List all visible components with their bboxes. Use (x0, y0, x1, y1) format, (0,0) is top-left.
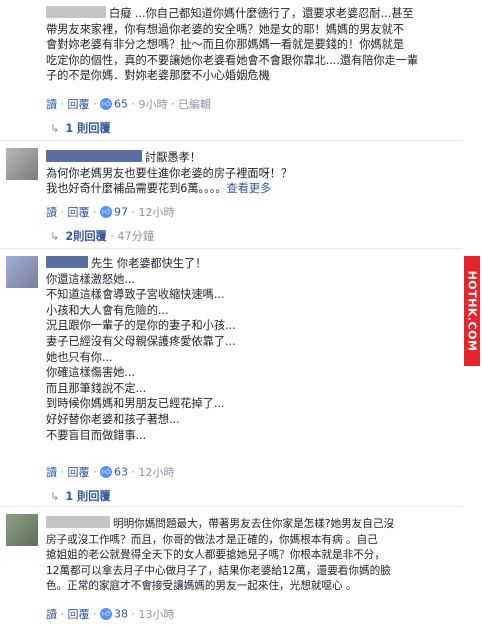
reply-link[interactable]: 回覆 (68, 466, 90, 479)
reply-arrow-icon: ↳ (50, 490, 60, 503)
divider (0, 248, 462, 249)
comment-body: 白癡 ...你自己都知道你媽什麼德行了，還要求老婆忍耐...甚至 帶男友來家裡，… (46, 6, 458, 84)
comment-line: 你確這樣傷害她... (46, 366, 135, 380)
comment-body: 先生 你老婆都快生了！ 你還這樣激怒她... 不知道這樣會導致子宮收縮快速嗎..… (46, 256, 458, 443)
like-link[interactable]: 讀 (46, 206, 57, 219)
comment-line: 不要盲目而做錯事... (46, 428, 147, 442)
comment-line: 況且跟你一輩子的是你的妻子和小孩... (46, 319, 236, 333)
comment-actions: 讀 · 回覆 · 👍︎ 38 · 13小時 (46, 607, 175, 622)
comment-line: 明明你媽問題最大，帶著男友去住你家是怎樣?她男友自己沒 (46, 516, 458, 533)
thumbs-up-icon: 👍︎ (100, 466, 112, 478)
comment-actions: 讀 · 回覆 · 👍︎ 65 · 9小時 · 已編輯 (46, 97, 211, 112)
comment-line: 到時候你媽媽和男朋友已經花掉了... (46, 397, 225, 411)
reply-link[interactable]: 回覆 (68, 206, 90, 219)
comment-line: 好好替你老婆和孩子著想... (46, 412, 180, 426)
commenter-name[interactable] (46, 256, 88, 268)
like-link[interactable]: 讀 (46, 608, 57, 621)
comment-line: 為何你老媽男友也要住進你老婆的房子裡面呀！？ (46, 166, 293, 180)
watermark: HOTHK.COM (464, 256, 480, 366)
like-count[interactable]: 63 (114, 466, 128, 479)
comment-body: 明明你媽問題最大，帶著男友去住你家是怎樣?她男友自己沒 房子或沒工作嗎？而且，你… (46, 516, 458, 595)
reply-link[interactable]: 回覆 (68, 98, 90, 111)
avatar[interactable] (6, 148, 38, 180)
commenter-name[interactable] (46, 150, 142, 162)
comment-line: 會對妳老婆有非分之想嗎？扯～而且你那媽媽一看就是要錢的！你媽就是 (46, 38, 405, 52)
divider (0, 506, 462, 507)
reply-link[interactable]: 回覆 (68, 608, 90, 621)
comment-actions: 讀 · 回覆 · 👍︎ 97 · 12小時 (46, 205, 175, 220)
divider (0, 140, 462, 141)
like-count[interactable]: 38 (114, 608, 128, 621)
comment-line: 吃定你的個性，真的不要讓她你老婆看她會不會跟你靠北....還有陪你走一輩 (46, 53, 419, 67)
reply-arrow-icon: ↳ (50, 122, 60, 135)
see-more-link[interactable]: 查看更多 (227, 182, 272, 195)
thumbs-up-icon: 👍︎ (100, 206, 112, 218)
comment-line: 帶男友來家裡，你有想過你老婆的安全嗎？她是女的耶！媽媽的男友就不 (46, 22, 405, 36)
comment-line: 妻子已經沒有父母親保護疼愛依靠了... (46, 334, 236, 348)
like-count[interactable]: 97 (114, 206, 128, 219)
timestamp[interactable]: 12小時 (139, 466, 175, 479)
comment-line: 先生 你老婆都快生了！ (46, 256, 458, 272)
comment-line: 我也好奇什麼補品需要花到6萬。。。。查看更多 (46, 182, 272, 196)
like-link[interactable]: 讀 (46, 98, 57, 111)
comment-line: 子的不是你媽．對妳老婆那麼不小心婚姻危機 (46, 69, 270, 83)
like-count[interactable]: 65 (114, 98, 128, 111)
timestamp[interactable]: 13小時 (139, 608, 175, 621)
replies-timestamp: 47分鐘 (117, 230, 155, 243)
comment-line: 而且那筆錢說不定... (46, 381, 147, 395)
comment-line: 小孩和大人會有危險的... (46, 303, 169, 317)
view-replies-link[interactable]: ↳ 2則回覆 · 47分鐘 (50, 228, 154, 244)
thumbs-up-icon: 👍︎ (100, 98, 112, 110)
comment-line: 討厭愚孝！ (46, 150, 458, 166)
reply-arrow-icon: ↳ (50, 230, 60, 243)
commenter-name[interactable] (46, 516, 110, 528)
comment-line: 她也只有你... (46, 350, 113, 364)
edited-label[interactable]: 已編輯 (178, 98, 211, 111)
comment-line: 12萬都可以拿去月子中心做月子了，結果你老婆給12萬，還要看你媽的臉 (46, 564, 391, 577)
view-replies-link[interactable]: ↳ 1 則回覆 (50, 488, 111, 504)
comment-body: 討厭愚孝！ 為何你老媽男友也要住進你老婆的房子裡面呀！？ 我也好奇什麼補品需要花… (46, 150, 458, 197)
comment-line: 色。正常的家庭才不會接受讓媽媽的男友一起來住，光想就噁心 。 (46, 580, 357, 593)
comment-line: 搶姐姐的老公就覺得全天下的女人都要搶她兒子嗎？你根本就是非不分， (46, 549, 385, 562)
commenter-name[interactable] (46, 6, 106, 18)
avatar[interactable] (6, 256, 38, 288)
timestamp[interactable]: 12小時 (139, 206, 175, 219)
like-link[interactable]: 讀 (46, 466, 57, 479)
comment-line: 房子或沒工作嗎？而且，你哥的做法才是正確的，你媽根本有病 。自己 (46, 533, 378, 546)
comment-actions: 讀 · 回覆 · 👍︎ 63 · 12小時 (46, 465, 175, 480)
comment-line: 你還這樣激怒她... (46, 272, 135, 286)
view-replies-link[interactable]: ↳ 1 則回覆 (50, 120, 111, 136)
thumbs-up-icon: 👍︎ (100, 608, 112, 620)
timestamp[interactable]: 9小時 (139, 98, 168, 111)
comment-line: 不知道這樣會導致子宮收縮快速嗎... (46, 288, 225, 302)
comment-line: 白癡 ...你自己都知道你媽什麼德行了，還要求老婆忍耐...甚至 (46, 6, 458, 22)
avatar[interactable] (6, 514, 38, 546)
